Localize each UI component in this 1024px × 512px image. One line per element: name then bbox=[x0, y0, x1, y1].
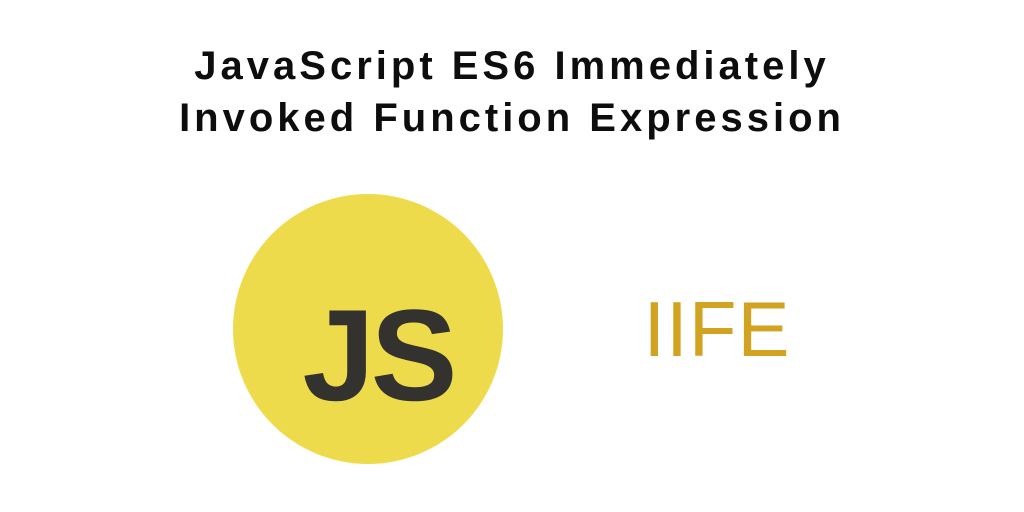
iife-acronym: IIFE bbox=[643, 284, 790, 375]
js-logo-badge: JS bbox=[233, 194, 503, 464]
page-title: JavaScript ES6 Immediately Invoked Funct… bbox=[0, 0, 1024, 144]
content-row: JS IIFE bbox=[0, 144, 1024, 464]
title-line-1: JavaScript ES6 Immediately bbox=[0, 40, 1024, 92]
js-logo-text: JS bbox=[302, 280, 453, 430]
title-line-2: Invoked Function Expression bbox=[0, 92, 1024, 144]
